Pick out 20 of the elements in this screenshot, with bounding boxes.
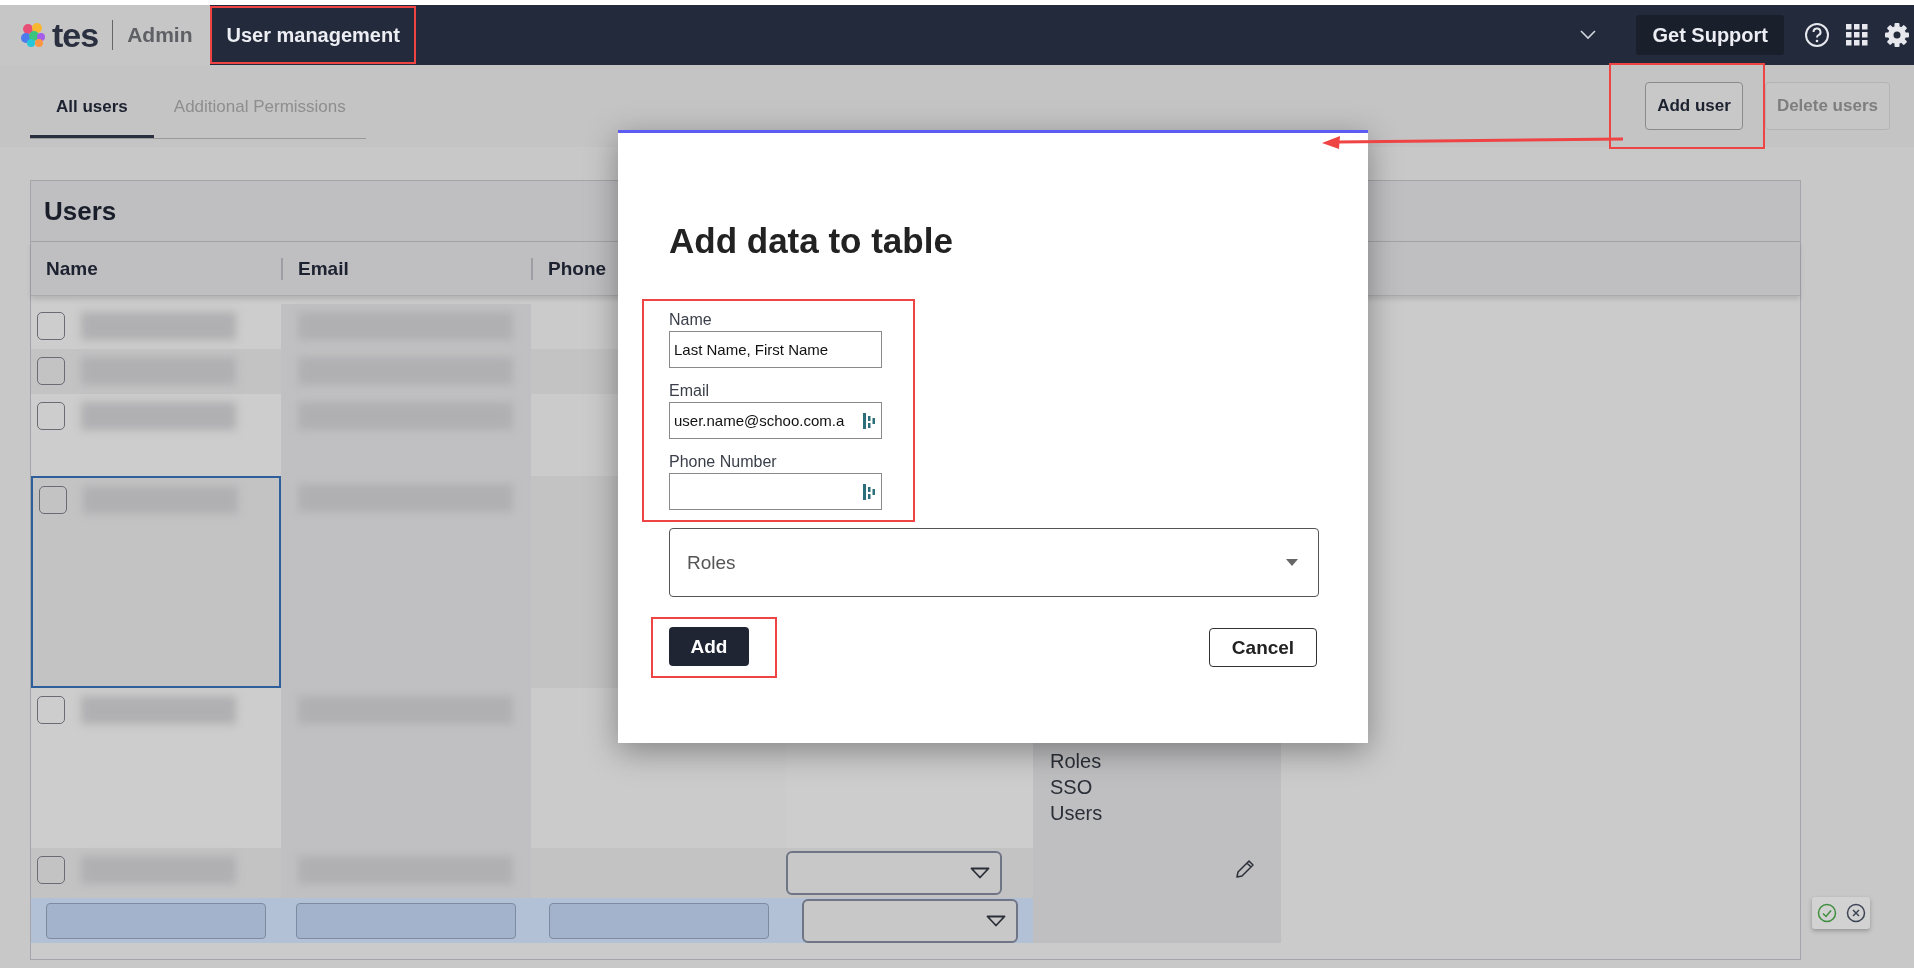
- field-label: Name: [669, 310, 713, 330]
- add-button[interactable]: Add: [669, 627, 749, 666]
- column-header: Email: [281, 257, 531, 280]
- input-field[interactable]: Last Name, First Name: [669, 331, 882, 368]
- cancel-button[interactable]: Cancel: [1209, 628, 1317, 667]
- card-title: Users: [44, 195, 117, 227]
- add-user-button[interactable]: Add user: [1645, 82, 1743, 130]
- section-link[interactable]: User management: [226, 23, 400, 47]
- permission-label: Roles: [1050, 749, 1103, 774]
- field-label: Phone Number: [669, 452, 778, 472]
- column-header: Name: [45, 257, 99, 280]
- input-field[interactable]: user.name@schoo.com.a: [669, 402, 882, 439]
- app-name: Admin: [127, 23, 193, 47]
- get-support-button[interactable]: Get Support: [1636, 15, 1784, 55]
- logo-text: tes: [52, 15, 99, 55]
- tab[interactable]: All users: [30, 75, 154, 138]
- permission-label: SSO: [1050, 775, 1094, 800]
- roles-select[interactable]: Roles: [669, 528, 1319, 597]
- field-label: Email: [669, 381, 710, 401]
- permission-label: Users: [1050, 801, 1104, 826]
